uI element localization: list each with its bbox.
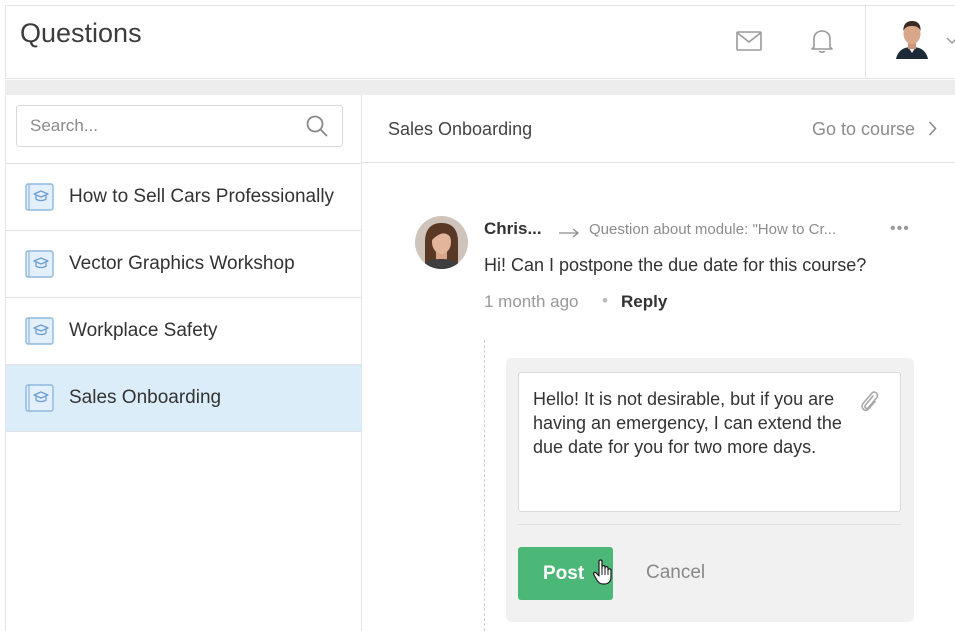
search-input[interactable] <box>17 106 297 146</box>
header-separator-band <box>5 80 955 95</box>
commenter-avatar[interactable] <box>415 216 468 269</box>
course-item-sales-onboarding[interactable]: Sales Onboarding <box>6 365 362 432</box>
paperclip-icon[interactable] <box>858 388 880 419</box>
reply-editor: Hello! It is not desirable, but if you a… <box>506 358 914 622</box>
chevron-right-icon[interactable] <box>928 121 937 141</box>
course-item-workplace-safety[interactable]: Workplace Safety <box>6 298 362 365</box>
search-box <box>16 105 343 147</box>
search-icon[interactable] <box>306 115 328 142</box>
course-item-label: Workplace Safety <box>69 320 218 341</box>
course-book-icon <box>25 182 54 212</box>
cancel-button[interactable]: Cancel <box>646 562 705 584</box>
comment-body: Hi! Can I postpone the due date for this… <box>484 255 867 275</box>
hand-cursor-icon <box>592 558 616 591</box>
thread-line <box>484 340 485 631</box>
course-header: Sales Onboarding Go to course <box>362 95 955 163</box>
course-item-vector-graphics[interactable]: Vector Graphics Workshop <box>6 231 362 298</box>
mail-icon[interactable] <box>734 26 764 56</box>
course-item-how-to-sell-cars[interactable]: How to Sell Cars Professionally <box>6 164 362 231</box>
reply-text[interactable]: Hello! It is not desirable, but if you a… <box>533 387 853 459</box>
course-item-label: Vector Graphics Workshop <box>69 253 295 274</box>
more-options-icon[interactable]: ••• <box>890 220 910 238</box>
comment-timestamp: 1 month ago <box>484 292 579 311</box>
comment-context[interactable]: Question about module: "How to Cr... <box>589 221 836 238</box>
top-bar: Questions <box>5 5 955 79</box>
course-item-label: Sales Onboarding <box>69 387 222 408</box>
arrow-right-icon <box>558 225 580 243</box>
reply-divider <box>518 524 901 525</box>
course-sidebar: How to Sell Cars Professionally Vector G… <box>5 95 362 631</box>
reply-link[interactable]: Reply <box>621 292 667 312</box>
comment-author[interactable]: Chris... <box>484 219 542 239</box>
chevron-down-icon[interactable] <box>946 32 955 50</box>
meta-separator: • <box>602 291 608 310</box>
page-title: Questions <box>20 18 142 48</box>
reply-textarea[interactable]: Hello! It is not desirable, but if you a… <box>518 372 901 512</box>
course-title: Sales Onboarding <box>388 119 533 139</box>
go-to-course-link[interactable]: Go to course <box>812 119 915 140</box>
course-item-label: How to Sell Cars Professionally <box>69 186 335 207</box>
bell-icon[interactable] <box>807 26 837 56</box>
course-book-icon <box>25 249 54 279</box>
course-book-icon <box>25 383 54 413</box>
course-book-icon <box>25 316 54 346</box>
user-avatar[interactable] <box>892 17 932 59</box>
header-divider <box>865 6 866 79</box>
